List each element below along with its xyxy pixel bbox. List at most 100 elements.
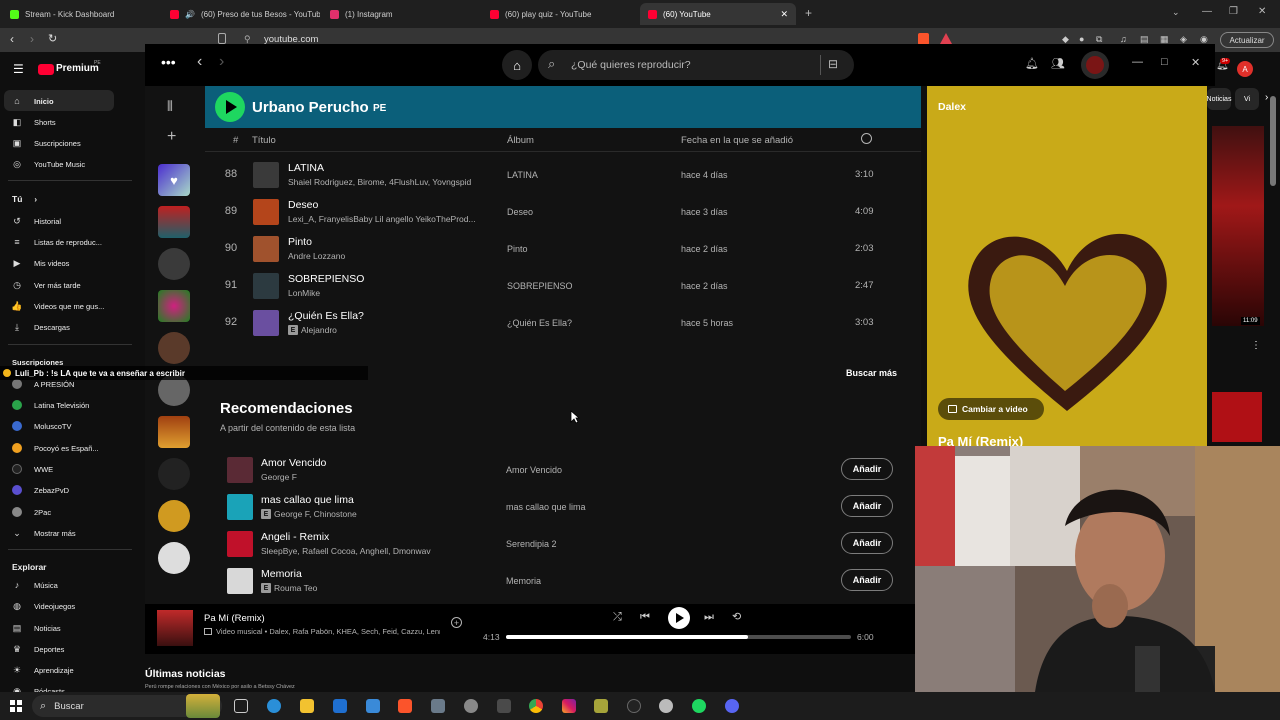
track-album[interactable]: Serendipia 2 [506, 539, 557, 549]
library-playlist[interactable] [158, 290, 190, 322]
add-to-playlist-button[interactable]: Añadir [841, 458, 893, 480]
sidebar-show-more[interactable]: ⌄ Mostrar más [12, 528, 75, 538]
sidebar-item-home[interactable]: ⌂ Inicio [12, 96, 53, 106]
liked-songs-playlist[interactable]: ♥ [158, 164, 190, 196]
track-title[interactable]: LATINA [288, 162, 324, 174]
track-title[interactable]: SOBREPIENSO [288, 273, 364, 285]
sidebar-item-my-videos[interactable]: ▶ Mis videos [12, 258, 70, 268]
bell-icon[interactable]: 🔔︎ [1025, 57, 1039, 70]
previous-icon[interactable]: ⏮︎ [640, 611, 650, 624]
now-playing-title[interactable]: Pa Mí (Remix) [204, 613, 265, 624]
restore-window-icon[interactable]: ❐ [1229, 6, 1238, 17]
profile-avatar[interactable] [1081, 51, 1109, 79]
reload-icon[interactable]: ↻ [48, 32, 57, 45]
sidebar-item-playlists[interactable]: ≡ Listas de reproduc... [12, 237, 102, 247]
library-artist[interactable] [158, 332, 190, 364]
extension-icon[interactable]: ● [1079, 34, 1084, 44]
browser-tab[interactable]: 🔊 (60) Preso de tus Besos - YouTube [162, 3, 320, 25]
sidebar-item-gaming[interactable]: ◍ Videojuegos [12, 601, 75, 611]
track-row[interactable]: 92 ¿Quién Es Ella? E Alejandro ¿Quién Es … [205, 304, 921, 341]
library-artist[interactable] [158, 458, 190, 490]
music-icon[interactable]: ♫ [1120, 34, 1127, 44]
recommendation-row[interactable]: Memoria E Rouma Teo Memoria Añadir [205, 562, 921, 599]
recommendation-row[interactable]: mas callao que lima E George F, Chinoston… [205, 488, 921, 525]
track-album[interactable]: Pinto [507, 244, 528, 254]
close-window-icon[interactable]: ✕ [1258, 6, 1266, 17]
track-album[interactable]: SOBREPIENSO [507, 281, 573, 291]
sidebar-channel[interactable]: A PRESIÓN [12, 379, 74, 389]
sidebar-channel[interactable]: 2Pac [12, 507, 51, 517]
track-artists[interactable]: Lexi_A, FranyelisBaby Lil angello YeikoT… [288, 214, 476, 224]
chrome-icon[interactable] [529, 699, 543, 713]
notifications-button[interactable]: 🔔︎ 9+ [1216, 58, 1238, 76]
sidebar-item-music[interactable]: ♪ Música [12, 580, 58, 590]
track-album[interactable]: LATINA [507, 170, 538, 180]
sidebar-item-sports[interactable]: ♛ Deportes [12, 644, 64, 654]
track-album[interactable]: Amor Vencido [506, 465, 562, 475]
track-album[interactable]: Memoria [506, 576, 541, 586]
add-to-playlist-button[interactable]: Añadir [841, 569, 893, 591]
discord-icon[interactable] [725, 699, 739, 713]
column-date-added[interactable]: Fecha en la que se añadió [681, 135, 793, 146]
file-explorer-icon[interactable] [300, 699, 314, 713]
new-tab-icon[interactable]: + [805, 6, 812, 20]
menu-dots-icon[interactable]: ••• [161, 54, 176, 70]
account-avatar[interactable]: A [1237, 61, 1253, 77]
recommendation-row[interactable]: Angeli - Remix SleepBye, Rafaell Cocoa, … [205, 525, 921, 562]
more-options-icon[interactable]: ⋮ [1251, 340, 1261, 351]
play-pause-button[interactable] [668, 607, 690, 629]
sidebar-channel[interactable]: Pocoyó es Españ... [12, 443, 99, 453]
artist-name[interactable]: Dalex [938, 101, 966, 113]
video-thumbnail[interactable] [1212, 392, 1262, 442]
recommendation-row[interactable]: Amor Vencido George F Amor Vencido Añadi… [205, 451, 921, 488]
progress-track[interactable] [506, 635, 851, 639]
track-row[interactable]: 90 Pinto Andre Lozzano Pinto hace 2 días… [205, 230, 921, 267]
sidebar-item-news[interactable]: ▤ Noticias [12, 623, 61, 633]
browser-tab-active[interactable]: (60) YouTube ✕ [640, 3, 796, 25]
track-artists[interactable]: Shaiel Rodriguez, Birome, 4FlushLuv, Yov… [288, 177, 471, 187]
chip-news[interactable]: Noticias [1207, 88, 1231, 110]
close-tab-icon[interactable]: ✕ [780, 9, 788, 20]
column-title[interactable]: Título [252, 135, 276, 146]
library-artist[interactable] [158, 542, 190, 574]
sidebar-item-shorts[interactable]: ◧ Shorts [12, 117, 56, 127]
site-info-icon[interactable] [218, 33, 226, 44]
minimize-window-icon[interactable]: — [1202, 6, 1212, 17]
forward-icon[interactable]: › [30, 32, 34, 46]
tab-search-icon[interactable]: ⌄ [1172, 7, 1180, 18]
sidebar-item-liked[interactable]: 👍 Videos que me gus... [11, 301, 104, 311]
chip[interactable]: Vi [1235, 88, 1259, 110]
track-row[interactable]: 88 LATINA Shaiel Rodriguez, Birome, 4Flu… [205, 156, 921, 193]
add-to-library-icon[interactable]: + [451, 617, 462, 628]
app-icon[interactable] [431, 699, 445, 713]
chevron-right-icon[interactable]: › [1265, 92, 1268, 103]
library-artist[interactable] [158, 248, 190, 280]
instagram-icon[interactable] [562, 699, 576, 713]
store-icon[interactable] [333, 699, 347, 713]
browser-tab[interactable]: (60) play quiz - YouTube [482, 3, 640, 25]
library-playlist[interactable] [158, 206, 190, 238]
add-icon[interactable]: + [167, 128, 176, 146]
page-scrollbar[interactable] [1270, 96, 1276, 186]
track-title[interactable]: ¿Quién Es Ella? [288, 310, 364, 322]
library-playlist[interactable] [158, 416, 190, 448]
search-bar[interactable]: ⌕ ¿Qué quieres reproducir? ⊟ [538, 50, 854, 80]
search-input[interactable]: ¿Qué quieres reproducir? [571, 59, 691, 71]
back-arrow-icon[interactable]: ‹ [197, 53, 202, 71]
track-album[interactable]: mas callao que lima [506, 502, 586, 512]
youtube-logo[interactable]: Premium [56, 63, 99, 74]
library-artist[interactable] [158, 500, 190, 532]
update-button[interactable]: Actualizar [1220, 32, 1274, 48]
track-artists[interactable]: LonMike [288, 288, 320, 298]
track-artists[interactable]: George F [261, 472, 297, 482]
now-playing-subtitle[interactable]: Video musical • Dalex, Rafa Pabön, KHEA,… [204, 627, 440, 636]
task-view-icon[interactable] [234, 699, 248, 713]
news-item[interactable]: Perú rompe relaciones con México por asi… [145, 684, 295, 690]
play-button[interactable] [215, 92, 245, 122]
brave-icon[interactable] [398, 699, 412, 713]
hamburger-menu-icon[interactable]: ☰ [13, 62, 24, 76]
maximize-icon[interactable]: □ [1161, 56, 1168, 68]
sidebar-item-subscriptions[interactable]: ▣ Suscripciones [12, 138, 81, 148]
add-to-playlist-button[interactable]: Añadir [841, 532, 893, 554]
youtube-logo-icon[interactable] [38, 64, 54, 75]
